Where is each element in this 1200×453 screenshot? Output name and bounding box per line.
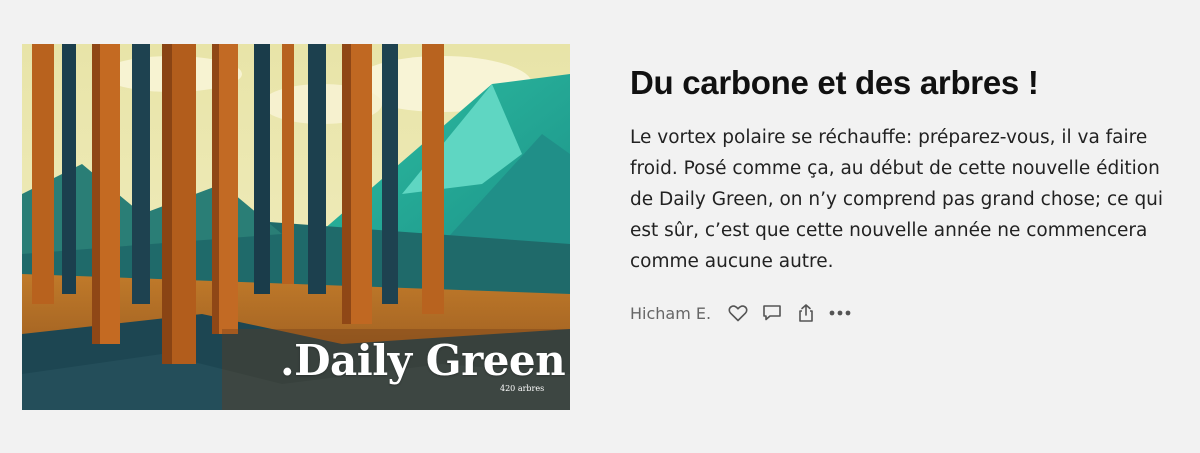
post-thumbnail[interactable]: .Daily Green 420 arbres [22,44,570,410]
post-meta: Hicham E. [630,301,1170,325]
heart-icon [728,305,748,322]
more-button[interactable] [829,302,851,324]
comment-button[interactable] [761,302,783,324]
post-excerpt: Le vortex polaire se réchauffe: préparez… [630,127,1164,272]
share-button[interactable] [795,302,817,324]
comment-icon [763,305,781,321]
like-button[interactable] [727,302,749,324]
post-title[interactable]: Du carbone et des arbres ! [630,62,1170,104]
post-content: Du carbone et des arbres ! Le vortex pol… [630,62,1170,325]
brand-subtitle: 420 arbres [500,384,545,393]
share-icon [799,304,813,322]
post-card: .Daily Green 420 arbres Du carbone et de… [0,0,1200,453]
author-name[interactable]: Hicham E. [630,304,711,323]
brand-logo-text: .Daily Green [280,336,566,385]
more-icon [829,310,851,316]
